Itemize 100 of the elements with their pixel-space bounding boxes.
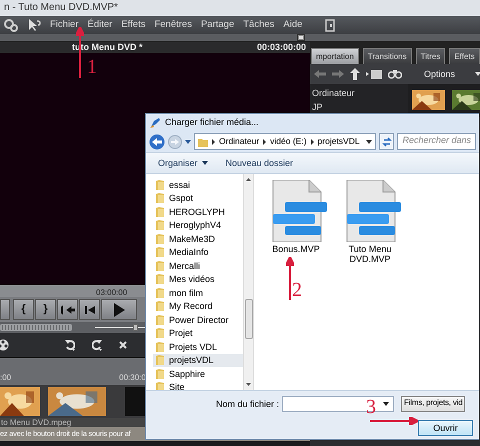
arrow bbox=[286, 257, 294, 301]
back-icon[interactable] bbox=[314, 69, 326, 79]
up-icon[interactable] bbox=[350, 68, 360, 80]
scrollbar[interactable] bbox=[243, 174, 253, 390]
maximize-icon[interactable] bbox=[297, 34, 305, 41]
folder-icon bbox=[156, 220, 164, 230]
tab[interactable]: Effets bbox=[449, 48, 480, 64]
chevron-icon[interactable] bbox=[212, 138, 215, 144]
folder-icon bbox=[156, 342, 164, 352]
audio-meter bbox=[0, 324, 72, 331]
folder-item[interactable]: essai bbox=[153, 178, 243, 192]
folder-icon bbox=[156, 301, 164, 312]
menu-item[interactable]: Fichier bbox=[50, 20, 79, 30]
file-type-dropdown[interactable]: Films, projets, vid bbox=[401, 396, 466, 412]
folder-icon bbox=[156, 193, 164, 204]
ruler-label: 00:30:0 bbox=[119, 372, 146, 382]
caret-icon[interactable] bbox=[475, 72, 480, 76]
back-icon[interactable] bbox=[149, 134, 165, 150]
file-name[interactable]: Tuto Menu DVD.MVP bbox=[338, 244, 402, 265]
folder-item[interactable]: MediaInfo bbox=[153, 246, 243, 259]
undo-icon[interactable] bbox=[65, 339, 75, 351]
refresh-icon bbox=[382, 136, 392, 146]
timecode: 00:03:00:00 bbox=[256, 42, 306, 53]
forward-icon[interactable] bbox=[332, 69, 344, 79]
filename-label: Nom du fichier : bbox=[216, 398, 280, 410]
tab[interactable]: Titres bbox=[416, 48, 446, 64]
organize-button[interactable]: Organiser bbox=[158, 158, 208, 168]
folder-item[interactable]: MakeMe3D bbox=[153, 232, 243, 246]
annotation-number: 2 bbox=[292, 280, 302, 300]
binoculars-icon[interactable] bbox=[388, 69, 402, 79]
new-folder-button[interactable]: Nouveau dossier bbox=[226, 158, 294, 168]
caret-icon[interactable] bbox=[366, 140, 372, 144]
slider-thumb[interactable] bbox=[133, 324, 138, 331]
folder-icon bbox=[156, 260, 164, 271]
scroll-thumb[interactable] bbox=[244, 299, 252, 339]
menu-item[interactable]: Partage bbox=[200, 20, 234, 30]
tab[interactable]: mportation bbox=[311, 48, 359, 64]
ruler-label: 03:00:00 bbox=[96, 288, 128, 297]
folder-item[interactable]: Projet bbox=[153, 326, 243, 340]
path-segment[interactable]: projetsVDL bbox=[318, 136, 360, 146]
folder-item[interactable]: HEROGLYPH bbox=[153, 205, 243, 218]
address-bar[interactable]: Ordinateur vidéo (E:) projetsVDL bbox=[194, 133, 376, 150]
folder-item[interactable]: mon film bbox=[153, 286, 243, 300]
folder-icon[interactable] bbox=[366, 69, 382, 79]
tab[interactable]: Transitions bbox=[362, 48, 412, 64]
gear-icon[interactable] bbox=[4, 18, 18, 32]
transport-button[interactable] bbox=[0, 299, 10, 320]
help-cursor-icon[interactable] bbox=[27, 18, 41, 32]
folder-item[interactable]: projetsVDL bbox=[153, 354, 243, 367]
location-item[interactable]: Ordinateur bbox=[312, 88, 406, 98]
folder-item[interactable]: Gspot bbox=[153, 192, 243, 205]
film-reel-icon[interactable] bbox=[0, 339, 9, 351]
folder-item[interactable]: My Record bbox=[153, 300, 243, 313]
annotation-number: 3 bbox=[366, 397, 376, 417]
chevron-icon[interactable] bbox=[263, 138, 266, 144]
dialog-title: Charger fichier média... bbox=[165, 117, 259, 128]
annotation-number: 1 bbox=[87, 57, 97, 77]
play-icon[interactable] bbox=[113, 302, 125, 316]
skip-back-icon[interactable] bbox=[84, 304, 94, 314]
folder-icon bbox=[156, 274, 164, 284]
refresh-button[interactable] bbox=[379, 133, 394, 150]
folder-item[interactable]: Projets VDL bbox=[153, 340, 243, 354]
folder-item[interactable]: Mercalli bbox=[153, 259, 243, 272]
menu-item[interactable]: Tâches bbox=[243, 20, 274, 30]
folder-item[interactable]: Sapphire bbox=[153, 367, 243, 380]
mark-button[interactable]: } bbox=[35, 299, 56, 320]
app-icon bbox=[150, 117, 161, 128]
menu-item[interactable]: Fenêtres bbox=[154, 20, 192, 30]
menu-item[interactable]: Aide bbox=[283, 20, 302, 30]
redo-icon[interactable] bbox=[92, 339, 102, 351]
chevron-icon[interactable] bbox=[310, 138, 314, 144]
close-icon[interactable] bbox=[119, 341, 127, 349]
folder-icon bbox=[198, 136, 208, 146]
scroll-up-icon[interactable] bbox=[246, 178, 251, 181]
folder-icon bbox=[156, 234, 164, 244]
folder-icon bbox=[156, 368, 164, 379]
door-icon[interactable] bbox=[325, 18, 336, 32]
folder-icon bbox=[156, 355, 164, 366]
folder-icon bbox=[156, 247, 164, 258]
location-item[interactable]: JP bbox=[312, 102, 406, 113]
window-title: n - Tuto Menu DVD.MVP* bbox=[0, 0, 480, 16]
arrow bbox=[370, 417, 418, 425]
folder-icon bbox=[156, 180, 164, 190]
path-segment[interactable]: vidéo (E:) bbox=[270, 136, 307, 146]
filename-field[interactable] bbox=[282, 396, 394, 412]
folder-item[interactable]: HeroglyphV4 bbox=[153, 218, 243, 232]
options-menu[interactable]: Options bbox=[424, 68, 456, 80]
mark-button[interactable]: { bbox=[13, 299, 34, 320]
file-name[interactable]: Bonus.MVP bbox=[272, 244, 320, 254]
folder-item[interactable]: Mes vidéos bbox=[153, 272, 243, 286]
menu-item[interactable]: Effets bbox=[121, 20, 146, 30]
ruler-label: :00 bbox=[0, 372, 12, 382]
folder-item[interactable]: Power Director bbox=[153, 313, 243, 326]
jump-to-mark-icon[interactable] bbox=[60, 304, 74, 314]
caret-icon[interactable] bbox=[383, 402, 390, 406]
open-button[interactable]: Ouvrir bbox=[418, 420, 473, 436]
menu-item[interactable]: Éditer bbox=[88, 20, 112, 30]
path-segment[interactable]: Ordinateur bbox=[219, 136, 260, 146]
search-field[interactable]: Rechercher dans bbox=[397, 133, 476, 150]
folder-icon bbox=[156, 314, 164, 325]
